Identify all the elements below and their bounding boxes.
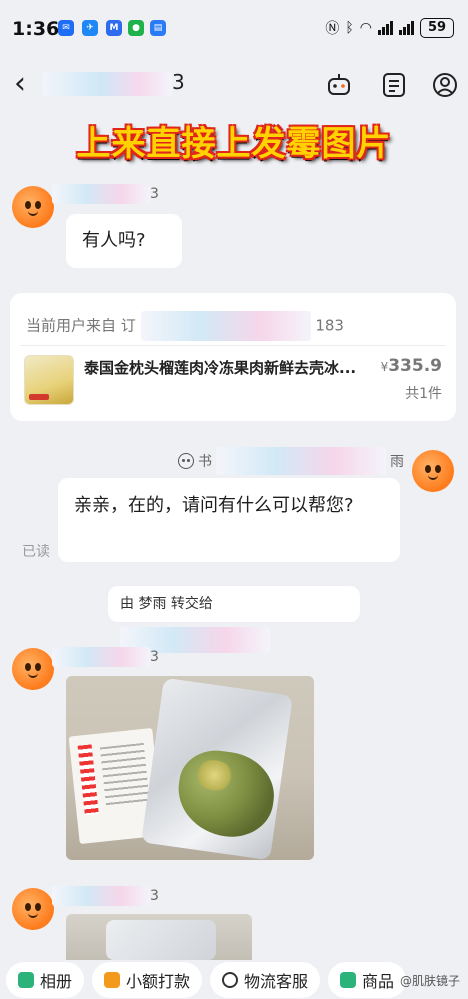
customer-avatar[interactable]	[12, 648, 54, 690]
watermark: @肌肤镜子	[399, 974, 460, 988]
agent-message-bubble[interactable]: 亲亲，在的，请问有什么可以帮您?	[58, 478, 400, 562]
product-icon	[340, 972, 357, 988]
redacted-order-id	[140, 311, 311, 341]
status-bar: 1:36 ✉ ✈ M ● ▤ Ⓝ ᛒ ◠ 59	[0, 0, 468, 60]
back-arrow-icon[interactable]: ‹	[14, 69, 42, 100]
read-status: 已读	[22, 544, 50, 560]
signal-icon	[378, 21, 393, 35]
m-app-icon: M	[106, 20, 122, 36]
wifi-icon: ◠	[359, 20, 372, 36]
small-payment-button[interactable]: 小额打款	[92, 962, 203, 998]
redacted-name	[52, 184, 150, 204]
product-thumbnail[interactable]	[24, 355, 74, 405]
profile-icon[interactable]	[432, 72, 458, 98]
customer-name: 3	[52, 184, 159, 204]
moldy-durian-photo[interactable]	[66, 676, 314, 860]
divider	[20, 345, 446, 346]
feishu-app-icon: ✈	[82, 20, 98, 36]
more-tools-button[interactable]: 商品	[328, 962, 407, 998]
redacted-name	[52, 647, 150, 667]
battery-icon: 59	[420, 18, 454, 38]
nfc-icon: Ⓝ	[325, 21, 340, 37]
product-quantity: 共1件	[405, 386, 442, 402]
agent-avatar[interactable]	[412, 450, 454, 492]
customer-name: 3	[52, 647, 159, 667]
customer-avatar[interactable]	[12, 186, 54, 228]
logistics-service-button[interactable]: 物流客服	[210, 962, 321, 998]
redacted-name	[216, 447, 386, 475]
agent-robot-icon	[178, 453, 194, 469]
payment-icon	[104, 972, 121, 988]
product-price: ¥335.9	[380, 356, 442, 376]
customer-message-bubble[interactable]: 有人吗?	[66, 214, 182, 268]
mail-app-icon: ✉	[58, 20, 74, 36]
order-source: 当前用户来自 订 183	[26, 311, 344, 341]
robot-assistant-icon[interactable]	[326, 72, 352, 98]
redacted-name	[42, 71, 172, 96]
chat-header: ‹ 3	[0, 60, 468, 110]
doc-app-icon: ▤	[150, 20, 166, 36]
agent-name: 书 雨	[178, 447, 404, 475]
bluetooth-icon: ᛒ	[345, 20, 354, 36]
signal-icon-2	[399, 21, 414, 35]
second-product-photo[interactable]	[66, 914, 252, 960]
redacted-name	[52, 886, 150, 906]
order-card[interactable]: 当前用户来自 订 183 泰国金枕头榴莲肉冷冻果肉新鲜去壳冰... ¥335.9…	[10, 293, 456, 421]
logistics-icon	[222, 972, 239, 988]
customer-avatar[interactable]	[12, 888, 54, 930]
status-time: 1:36	[12, 18, 60, 40]
wechat-app-icon: ●	[128, 20, 144, 36]
customer-name: 3	[52, 886, 159, 906]
product-name: 泰国金枕头榴莲肉冷冻果肉新鲜去壳冰...	[84, 359, 357, 377]
order-list-icon[interactable]	[381, 72, 407, 98]
album-button[interactable]: 相册	[6, 962, 85, 998]
quick-action-bar: 相册 小额打款 物流客服 商品	[0, 962, 468, 999]
chat-title: 3	[42, 70, 185, 96]
album-icon	[18, 972, 34, 988]
transfer-notice: 由 梦雨 转交给	[108, 586, 360, 653]
caption-banner: 上来直接上发霉图片	[76, 124, 392, 164]
system-icons: Ⓝ ᛒ ◠ 59	[325, 18, 454, 38]
